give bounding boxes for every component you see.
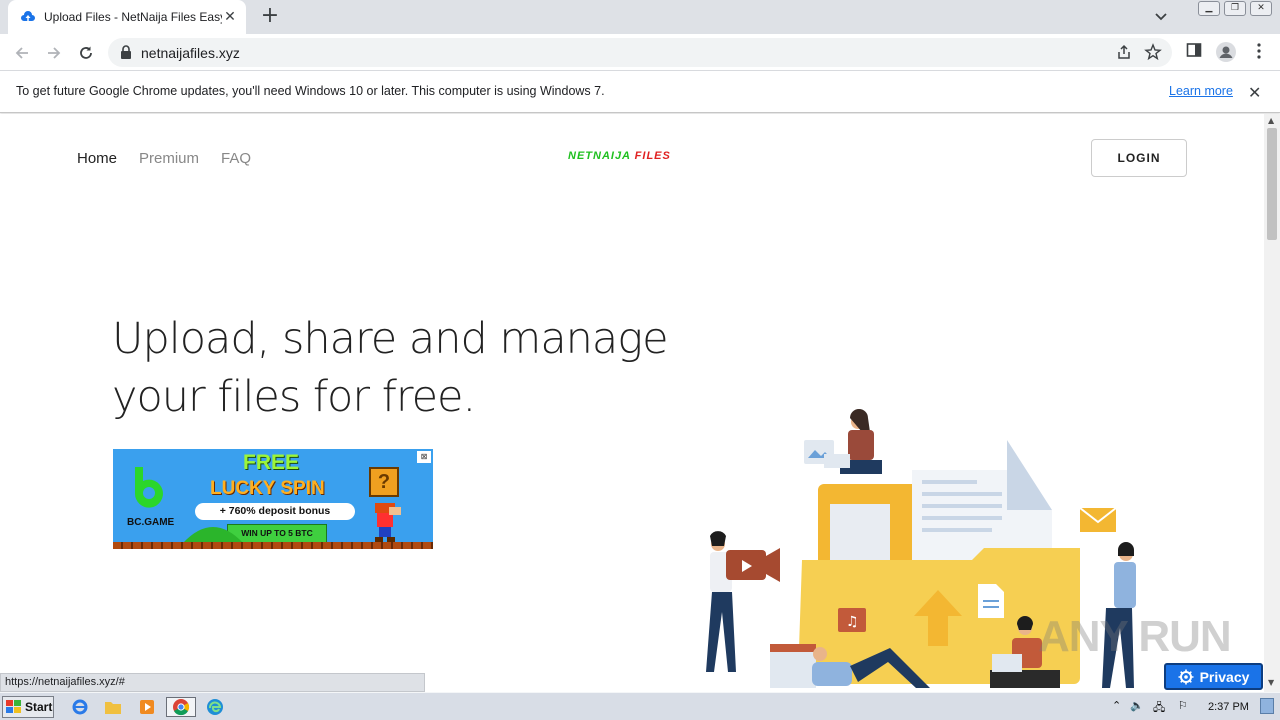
ad-ground: [113, 542, 433, 549]
logo-part-files: FILES: [634, 150, 671, 162]
show-desktop-button[interactable]: [1260, 698, 1274, 714]
close-icon[interactable]: ✕: [1248, 83, 1261, 102]
bc-game-logo-icon: [134, 467, 163, 508]
site-logo[interactable]: NETNAIJA FILES: [568, 150, 671, 162]
ad-banner[interactable]: BC.GAME FREE LUCKY SPIN + 760% deposit b…: [113, 449, 433, 549]
ad-headline-spin: LUCKY SPIN: [210, 478, 325, 499]
nav-premium-link[interactable]: Premium: [139, 150, 199, 167]
logo-part-netnaija: NETNAIJA: [568, 150, 631, 162]
vertical-scrollbar[interactable]: ▲ ▼: [1264, 114, 1280, 692]
hero-line-2: your files for free.: [112, 372, 476, 422]
scrollbar-thumb[interactable]: [1267, 128, 1277, 240]
privacy-button[interactable]: Privacy: [1164, 663, 1263, 690]
status-bar-url: https://netnaijafiles.xyz/#: [0, 673, 425, 692]
anyrun-watermark: ANY RUN: [1038, 612, 1232, 661]
lock-icon[interactable]: [120, 45, 132, 59]
hero-line-1: Upload, share and manage: [112, 314, 669, 364]
window-controls: ▁ ❐ ✕: [1198, 1, 1272, 16]
cloud-upload-icon: [21, 11, 35, 21]
close-tab-icon[interactable]: ✕: [222, 9, 238, 25]
browser-toolbar: netnaijafiles.xyz: [0, 34, 1280, 71]
restore-button[interactable]: ❐: [1224, 1, 1246, 16]
url-text[interactable]: netnaijafiles.xyz: [141, 45, 240, 61]
chrome-taskbar-icon[interactable]: [166, 697, 196, 717]
privacy-label: Privacy: [1199, 668, 1250, 685]
nav-faq-link[interactable]: FAQ: [221, 150, 251, 167]
infobar-message: To get future Google Chrome updates, you…: [16, 84, 605, 98]
ad-brand: BC.GAME: [127, 517, 175, 528]
arrow-left-icon: [15, 47, 28, 59]
question-block-icon: ?: [369, 467, 399, 497]
forward-button[interactable]: [42, 41, 66, 65]
pixel-hill-icon: [183, 527, 243, 543]
gear-icon: [1178, 669, 1194, 684]
learn-more-link[interactable]: Learn more: [1169, 84, 1233, 98]
hero-heading: Upload, share and manage your files for …: [112, 310, 712, 426]
tray-expand-icon[interactable]: ⌃: [1112, 699, 1121, 712]
share-icon[interactable]: [1116, 44, 1132, 60]
tab-strip: Upload Files - NetNaija Files Easy Ac ✕ …: [0, 0, 1280, 34]
page-viewport: Home Premium FAQ NETNAIJA FILES LOGIN Up…: [0, 114, 1264, 692]
tab-title: Upload Files - NetNaija Files Easy Ac: [44, 10, 222, 24]
pixel-character-icon: [375, 503, 401, 542]
site-nav: Home Premium FAQ: [77, 150, 251, 167]
media-player-icon[interactable]: [136, 697, 158, 717]
chevron-down-icon[interactable]: [1152, 8, 1170, 26]
start-button[interactable]: Start: [2, 696, 54, 718]
file-explorer-icon[interactable]: [102, 697, 124, 717]
side-panel-icon[interactable]: [1186, 42, 1202, 58]
close-window-button[interactable]: ✕: [1250, 1, 1272, 16]
arrow-right-icon: [48, 47, 61, 59]
reload-icon: [80, 46, 92, 59]
network-icon[interactable]: 🖧: [1153, 699, 1165, 718]
start-label: Start: [25, 700, 53, 714]
new-tab-button[interactable]: +: [258, 4, 282, 28]
svg-text:♫: ♫: [846, 614, 859, 630]
action-center-flag-icon[interactable]: ⚐: [1178, 699, 1188, 712]
ad-headline-free: FREE: [243, 451, 300, 474]
windows-logo-icon: [6, 700, 21, 713]
address-bar[interactable]: netnaijafiles.xyz: [108, 38, 1172, 67]
minimize-button[interactable]: ▁: [1198, 1, 1220, 16]
nav-home-link[interactable]: Home: [77, 150, 117, 167]
volume-icon[interactable]: 🔈: [1130, 699, 1144, 712]
update-infobar: To get future Google Chrome updates, you…: [0, 71, 1280, 113]
edge-icon[interactable]: [204, 697, 226, 717]
windows-taskbar: Start ⌃ 🔈 🖧 ⚐ 2:37 PM: [0, 692, 1280, 720]
ad-choices-icon[interactable]: ⊠: [417, 451, 431, 463]
reload-button[interactable]: [74, 41, 98, 65]
scroll-down-arrow-icon[interactable]: ▼: [1268, 678, 1274, 687]
back-button[interactable]: [10, 41, 34, 65]
bookmark-star-icon[interactable]: [1144, 43, 1162, 61]
kebab-menu-icon[interactable]: [1252, 42, 1266, 60]
browser-tab[interactable]: Upload Files - NetNaija Files Easy Ac ✕: [8, 0, 246, 34]
login-button[interactable]: LOGIN: [1091, 139, 1187, 177]
scroll-up-arrow-icon[interactable]: ▲: [1268, 116, 1274, 125]
taskbar-clock[interactable]: 2:37 PM: [1208, 701, 1249, 713]
internet-explorer-icon[interactable]: [69, 697, 91, 717]
profile-avatar-icon[interactable]: [1215, 41, 1237, 63]
